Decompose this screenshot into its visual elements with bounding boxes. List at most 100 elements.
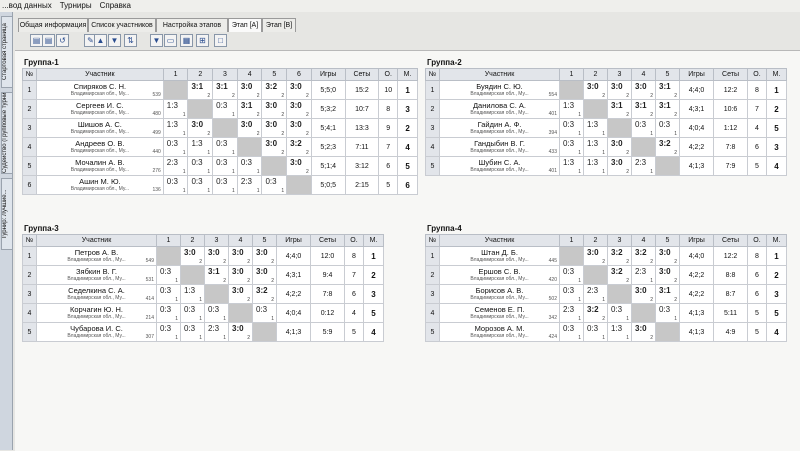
table-row[interactable]: 6 Ашин М. Ю. Владимирская обл., Му... 136 0:… bbox=[22, 175, 418, 195]
column-header-opponent[interactable]: 3 bbox=[607, 234, 632, 247]
match-result-cell[interactable]: 0:3 1 bbox=[204, 303, 229, 323]
match-result-cell[interactable]: 3:0 2 bbox=[286, 99, 312, 119]
match-result-cell[interactable]: 3:0 2 bbox=[286, 156, 312, 176]
column-header-opponent[interactable]: 2 bbox=[180, 234, 205, 247]
column-header-place[interactable]: М. bbox=[397, 68, 418, 81]
participant-cell[interactable]: Гайдин А. Ф. Владимирская обл., Му... 394 bbox=[439, 118, 560, 138]
column-header-sets[interactable]: Сеты bbox=[713, 68, 748, 81]
column-header-opponent[interactable]: 6 bbox=[286, 68, 312, 81]
match-result-cell[interactable]: 3:2 2 bbox=[631, 246, 656, 266]
table-row[interactable]: 2 Зябкин В. Г. Владимирская обл., Му... 531… bbox=[22, 265, 384, 285]
match-result-cell[interactable]: 3:1 2 bbox=[204, 265, 229, 285]
tab-3[interactable]: Настройка этапов bbox=[156, 18, 228, 32]
match-result-cell[interactable]: 3:0 2 bbox=[261, 137, 288, 157]
match-result-cell[interactable]: 0:3 1 bbox=[559, 118, 584, 138]
match-result-cell[interactable]: 3:1 2 bbox=[187, 80, 214, 100]
table-row[interactable]: 2 Ершов С. В. Владимирская обл., Му... 420 0… bbox=[425, 265, 787, 285]
menu-item[interactable]: ...вод данных bbox=[0, 1, 52, 10]
match-result-cell[interactable]: 0:3 1 bbox=[187, 175, 214, 195]
table-row[interactable]: 5 Шубин С. А. Владимирская обл., Му... 401 1… bbox=[425, 156, 787, 176]
grid-icon[interactable]: ▤ bbox=[42, 34, 55, 47]
match-result-cell[interactable]: 3:0 2 bbox=[607, 156, 632, 176]
match-result-cell[interactable]: 0:3 1 bbox=[180, 322, 205, 342]
match-result-cell[interactable]: 0:3 1 bbox=[212, 175, 238, 195]
refresh-icon[interactable]: ↺ bbox=[56, 34, 69, 47]
table-row[interactable]: 3 Седелкина С. А. Владимирская обл., Му...… bbox=[22, 284, 384, 304]
participant-cell[interactable]: Андреев О. В. Владимирская обл., Му... 440 bbox=[35, 137, 164, 157]
column-header-opponent[interactable]: 1 bbox=[162, 68, 189, 81]
match-result-cell[interactable]: 3:2 2 bbox=[583, 303, 608, 323]
table-row[interactable]: 1 Штан Д. Б. Владимирская обл., Му... 445 3:… bbox=[425, 246, 787, 266]
column-header-opponent[interactable]: 2 bbox=[187, 68, 214, 81]
match-result-cell[interactable]: 3:1 2 bbox=[212, 80, 238, 100]
participant-cell[interactable]: Петров А. В. Владимирская обл., Му... 549 bbox=[36, 246, 157, 266]
column-header-opponent[interactable]: 1 bbox=[156, 234, 181, 247]
column-header-opponent[interactable]: 4 bbox=[631, 234, 656, 247]
match-result-cell[interactable]: 3:0 2 bbox=[631, 80, 656, 100]
match-result-cell[interactable]: 3:1 2 bbox=[631, 99, 656, 119]
match-result-cell[interactable]: 3:0 2 bbox=[228, 246, 253, 266]
column-header-opponent[interactable]: 3 bbox=[204, 234, 229, 247]
match-result-cell[interactable]: 3:0 2 bbox=[252, 246, 277, 266]
table-row[interactable]: 1 Спиряков С. Н. Владимирская обл., Му... 5… bbox=[22, 80, 418, 100]
match-result-cell[interactable]: 0:3 1 bbox=[212, 156, 238, 176]
match-result-cell[interactable]: 3:2 2 bbox=[261, 80, 288, 100]
match-result-cell[interactable]: 3:2 2 bbox=[607, 246, 632, 266]
match-result-cell[interactable]: 3:0 2 bbox=[631, 322, 656, 342]
column-header-number[interactable]: № bbox=[22, 68, 37, 81]
match-result-cell[interactable]: 3:2 2 bbox=[286, 137, 312, 157]
match-result-cell[interactable]: 0:3 1 bbox=[162, 175, 189, 195]
match-result-cell[interactable]: 3:0 2 bbox=[228, 284, 253, 304]
tab-2[interactable]: Список участников bbox=[88, 18, 156, 32]
match-result-cell[interactable]: 0:3 1 bbox=[252, 303, 277, 323]
column-header-opponent[interactable]: 5 bbox=[252, 234, 277, 247]
match-result-cell[interactable]: 3:0 2 bbox=[228, 265, 253, 285]
sidebar-tab-start[interactable]: Стартовая страница bbox=[1, 16, 13, 88]
print-icon[interactable]: ▦ bbox=[180, 34, 193, 47]
column-header-number[interactable]: № bbox=[425, 68, 440, 81]
match-result-cell[interactable]: 0:3 1 bbox=[559, 284, 584, 304]
participant-cell[interactable]: Буядин С. Ю. Владимирская обл., Му... 554 bbox=[439, 80, 560, 100]
match-result-cell[interactable]: 0:3 1 bbox=[156, 322, 181, 342]
participant-cell[interactable]: Седелкина С. А. Владимирская обл., Му... 4… bbox=[36, 284, 157, 304]
match-result-cell[interactable]: 0:3 1 bbox=[187, 156, 214, 176]
window-icon[interactable]: □ bbox=[214, 34, 227, 47]
match-result-cell[interactable]: 3:0 2 bbox=[655, 265, 680, 285]
export-icon[interactable]: ⊞ bbox=[196, 34, 209, 47]
participant-cell[interactable]: Зябкин В. Г. Владимирская обл., Му... 531 bbox=[36, 265, 157, 285]
table-row[interactable]: 1 Буядин С. Ю. Владимирская обл., Му... 554… bbox=[425, 80, 787, 100]
column-header-games[interactable]: Игры bbox=[310, 68, 346, 81]
match-result-cell[interactable]: 0:3 1 bbox=[655, 118, 680, 138]
column-header-points[interactable]: О. bbox=[747, 68, 767, 81]
match-result-cell[interactable]: 3:1 2 bbox=[655, 99, 680, 119]
menu-item[interactable]: Справка bbox=[98, 1, 131, 10]
participant-cell[interactable]: Штан Д. Б. Владимирская обл., Му... 445 bbox=[439, 246, 560, 266]
match-result-cell[interactable]: 1:3 1 bbox=[559, 156, 584, 176]
match-result-cell[interactable]: 0:3 1 bbox=[559, 265, 584, 285]
table-row[interactable]: 4 Корчагин Ю. Н. Владимирская обл., Му... 2… bbox=[22, 303, 384, 323]
tab-4[interactable]: Этап [А] bbox=[228, 18, 262, 32]
match-result-cell[interactable]: 0:3 1 bbox=[212, 137, 238, 157]
column-header-games[interactable]: Игры bbox=[276, 234, 311, 247]
match-result-cell[interactable]: 0:3 1 bbox=[212, 99, 238, 119]
match-result-cell[interactable]: 1:3 1 bbox=[162, 118, 189, 138]
column-header-opponent[interactable]: 3 bbox=[607, 68, 632, 81]
sort-icon[interactable]: ⇅ bbox=[124, 34, 137, 47]
match-result-cell[interactable]: 0:3 1 bbox=[631, 118, 656, 138]
column-header-participant[interactable]: Участник bbox=[36, 234, 157, 247]
match-result-cell[interactable]: 3:0 2 bbox=[236, 80, 263, 100]
match-result-cell[interactable]: 3:0 2 bbox=[236, 118, 263, 138]
column-header-sets[interactable]: Сеты bbox=[310, 234, 345, 247]
participant-cell[interactable]: Ашин М. Ю. Владимирская обл., Му... 136 bbox=[35, 175, 164, 195]
match-result-cell[interactable]: 0:3 1 bbox=[180, 303, 205, 323]
participant-cell[interactable]: Чубарова И. С. Владимирская обл., Му... 30… bbox=[36, 322, 157, 342]
match-result-cell[interactable]: 0:3 1 bbox=[607, 303, 632, 323]
column-header-number[interactable]: № bbox=[22, 234, 37, 247]
column-header-opponent[interactable]: 4 bbox=[236, 68, 263, 81]
filter-icon[interactable]: ▼ bbox=[150, 34, 163, 47]
match-result-cell[interactable]: 3:0 2 bbox=[655, 246, 680, 266]
match-result-cell[interactable]: 3:0 2 bbox=[261, 99, 288, 119]
table-row[interactable]: 5 Морозов А. М. Владимирская обл., Му... 42… bbox=[425, 322, 787, 342]
table-row[interactable]: 2 Данилова С. А. Владимирская обл., Му... 4… bbox=[425, 99, 787, 119]
sidebar-tab-tournament[interactable]: Турнир: Лучшие... bbox=[1, 178, 13, 250]
